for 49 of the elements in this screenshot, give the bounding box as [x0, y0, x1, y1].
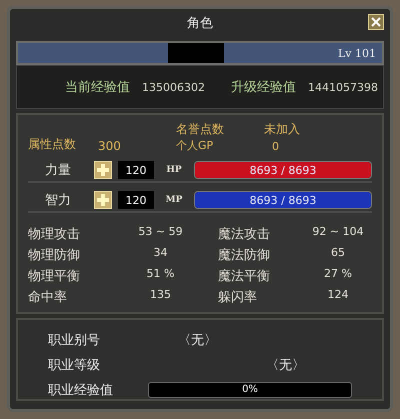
- fame-label: 名誉点数: [176, 121, 225, 138]
- gp-value: 0: [271, 140, 280, 153]
- stat-value: 53 ~ 59: [137, 225, 184, 240]
- gauge-label: HP: [165, 165, 183, 175]
- stat-value: 65: [330, 246, 346, 261]
- stat-value: 124: [326, 288, 350, 303]
- stat-value: 27 %: [323, 267, 353, 282]
- stat-value: 92 ~ 104: [311, 225, 365, 240]
- stat-label: 魔法攻击: [218, 226, 271, 243]
- attribute-label: 智力: [44, 192, 72, 209]
- attribute-label: 力量: [44, 162, 72, 179]
- next-exp-label: 升级经验值: [231, 79, 296, 96]
- stat-label: 命中率: [28, 289, 68, 306]
- close-button[interactable]: [368, 14, 384, 30]
- job-exp-reading: 0%: [241, 383, 259, 396]
- job-grade-value: 〈无〉: [265, 356, 306, 374]
- current-exp-value: 135006302: [142, 80, 205, 94]
- points-label: 属性点数: [28, 136, 77, 153]
- attribute-value: 120: [118, 191, 154, 209]
- stat-label: 物理平衡: [28, 268, 81, 285]
- stat-value: 51 %: [146, 267, 176, 282]
- stat-label: 躲闪率: [218, 289, 258, 306]
- close-icon: [371, 17, 381, 27]
- add-point-button[interactable]: [94, 161, 112, 179]
- stat-label: 物理防御: [28, 247, 81, 264]
- next-exp-value: 1441057398: [308, 80, 378, 94]
- attribute-value: 120: [118, 161, 154, 179]
- plus-icon: [97, 164, 109, 176]
- stat-value: 135: [149, 288, 172, 303]
- plus-icon: [97, 194, 109, 206]
- fame-value: 未加入: [264, 121, 301, 138]
- gauge-reading: 8693 / 8693: [248, 162, 318, 178]
- window-title: 角色: [187, 15, 213, 32]
- stat-label: 魔法平衡: [218, 268, 271, 285]
- stat-label: 物理攻击: [28, 226, 81, 243]
- job-exp-label: 职业经验值: [48, 382, 114, 398]
- gauge-reading: 8693 / 8693: [248, 192, 318, 208]
- job-grade-label: 职业等级: [48, 356, 101, 374]
- job-title-value: 〈无〉: [177, 332, 218, 348]
- current-exp-label: 当前经验值: [65, 79, 130, 96]
- gauge-label: MP: [164, 195, 184, 205]
- stat-label: 魔法防御: [218, 247, 271, 264]
- level-label: Lv 101: [338, 46, 376, 60]
- points-value: 300: [98, 139, 122, 153]
- stat-value: 34: [152, 246, 168, 261]
- redacted-name: [168, 43, 224, 63]
- gp-label: 个人GP: [176, 138, 214, 153]
- job-title-label: 职业别号: [48, 332, 101, 348]
- add-point-button[interactable]: [94, 191, 112, 209]
